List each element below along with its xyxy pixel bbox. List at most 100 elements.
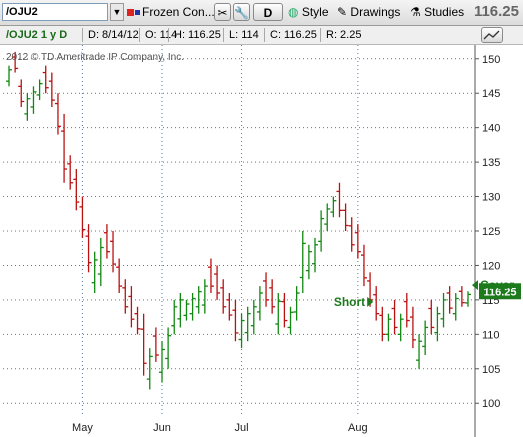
y-tick-label: 135	[482, 157, 500, 169]
short-label: Short	[334, 295, 365, 309]
price-bar	[97, 237, 104, 287]
price-bar	[244, 306, 251, 342]
price-bar	[67, 155, 74, 190]
y-tick-label: 120	[482, 260, 500, 272]
color-flag-icon	[127, 9, 134, 17]
price-bar	[171, 299, 178, 335]
price-bar	[54, 93, 61, 135]
price-bar	[403, 293, 410, 328]
price-bar	[134, 306, 141, 335]
time-axis: May Jun Jul Aug	[72, 422, 368, 434]
price-bar	[226, 293, 233, 321]
price-bar	[201, 279, 208, 314]
y-tick-label: 140	[482, 123, 500, 135]
x-tick-label: May	[72, 422, 93, 434]
y-tick-label: 105	[482, 364, 500, 376]
price-bar	[232, 299, 239, 342]
price-bar	[409, 306, 416, 349]
price-bar	[177, 293, 184, 328]
color-flag-icon-2	[135, 10, 140, 16]
price-bar	[91, 251, 98, 293]
symbol-input[interactable]: /OJU2	[2, 3, 108, 21]
price-bar	[342, 203, 349, 231]
date-value: D: 8/14/12	[88, 29, 139, 41]
y-tick-label: 145	[482, 88, 500, 100]
price-bar	[275, 293, 282, 335]
toolbar: /OJU2 ▼ Frozen Con... ✂ 🔧 D ◍ Style ✎ Dr…	[0, 0, 523, 26]
studies-button[interactable]: ⚗ Studies	[410, 3, 464, 21]
price-bar	[24, 93, 31, 121]
price-bar	[48, 72, 55, 107]
price-bar	[116, 258, 123, 293]
price-bar	[183, 299, 190, 321]
price-bar	[79, 196, 86, 238]
frozen-label: Frozen Con...	[142, 5, 215, 19]
price-bar	[452, 293, 459, 321]
y-tick-label: 130	[482, 192, 500, 204]
scissors-icon[interactable]: ✂	[214, 3, 231, 21]
low-value: L: 114	[229, 29, 259, 41]
x-tick-label: Aug	[348, 422, 368, 434]
high-value: H: 116.25	[174, 29, 221, 41]
price-bar	[269, 279, 276, 314]
price-bar	[165, 327, 172, 369]
price-bar	[434, 306, 441, 342]
price-bar	[30, 86, 37, 114]
price-bar	[379, 306, 386, 342]
price-chart[interactable]: 100105110115120125130135140145150 May Jun…	[0, 45, 523, 437]
price-bar	[42, 65, 49, 94]
price-bar	[110, 231, 117, 273]
price-bar	[360, 244, 367, 287]
drawings-label: Drawings	[350, 5, 401, 19]
frozen-config[interactable]: Frozen Con...	[127, 3, 215, 21]
period-button[interactable]: D	[253, 3, 283, 21]
price-bar	[440, 293, 447, 328]
price-bar	[36, 79, 43, 101]
price-bar	[348, 217, 355, 252]
price-bar	[189, 293, 196, 321]
chart-title: /OJU2 1 y D	[6, 29, 68, 41]
price-bar	[354, 224, 361, 259]
price-bar	[299, 231, 306, 293]
cover-label: Cover	[480, 278, 514, 292]
pencil-icon: ✎	[337, 5, 348, 19]
copyright-text: 2012 © TD Ameritrade IP Company, Inc.	[6, 52, 184, 63]
price-bar	[250, 299, 257, 335]
studies-label: Studies	[424, 5, 465, 19]
palette-icon: ◍	[288, 5, 299, 19]
price-bar	[85, 224, 92, 273]
wrench-icon[interactable]: 🔧	[233, 3, 250, 21]
price-bar	[61, 113, 68, 183]
price-bar	[465, 291, 471, 307]
price-bar	[73, 169, 80, 211]
y-tick-label: 125	[482, 226, 500, 238]
y-tick-label: 150	[482, 54, 500, 66]
chart-settings-icon[interactable]	[481, 27, 503, 43]
price-bar	[385, 313, 392, 342]
drawings-button[interactable]: ✎ Drawings	[337, 3, 400, 21]
price-bar	[330, 196, 337, 218]
x-tick-label: Jul	[235, 422, 249, 434]
price-bar	[312, 237, 318, 273]
price-bar	[305, 244, 312, 280]
close-value: C: 116.25	[270, 29, 317, 41]
price-bar	[373, 286, 380, 321]
price-bar	[6, 65, 12, 87]
price-axis: 100105110115120125130135140145150	[475, 54, 500, 410]
price-bar	[263, 272, 270, 307]
price-bar	[281, 293, 288, 328]
open-value: O: 114	[145, 29, 178, 41]
price-bar	[128, 286, 135, 328]
style-label: Style	[301, 5, 329, 19]
price-bar	[195, 286, 202, 314]
y-tick-label: 100	[482, 398, 500, 410]
x-tick-label: Jun	[153, 422, 171, 434]
chevron-down-icon[interactable]: ▼	[110, 3, 124, 21]
price-bars	[6, 51, 471, 390]
y-tick-label: 110	[482, 329, 500, 341]
price-bar	[422, 320, 429, 355]
price-bar	[220, 279, 227, 314]
style-button[interactable]: ◍ Style	[288, 3, 329, 21]
price-bar	[324, 203, 331, 231]
price-bar	[336, 182, 343, 218]
